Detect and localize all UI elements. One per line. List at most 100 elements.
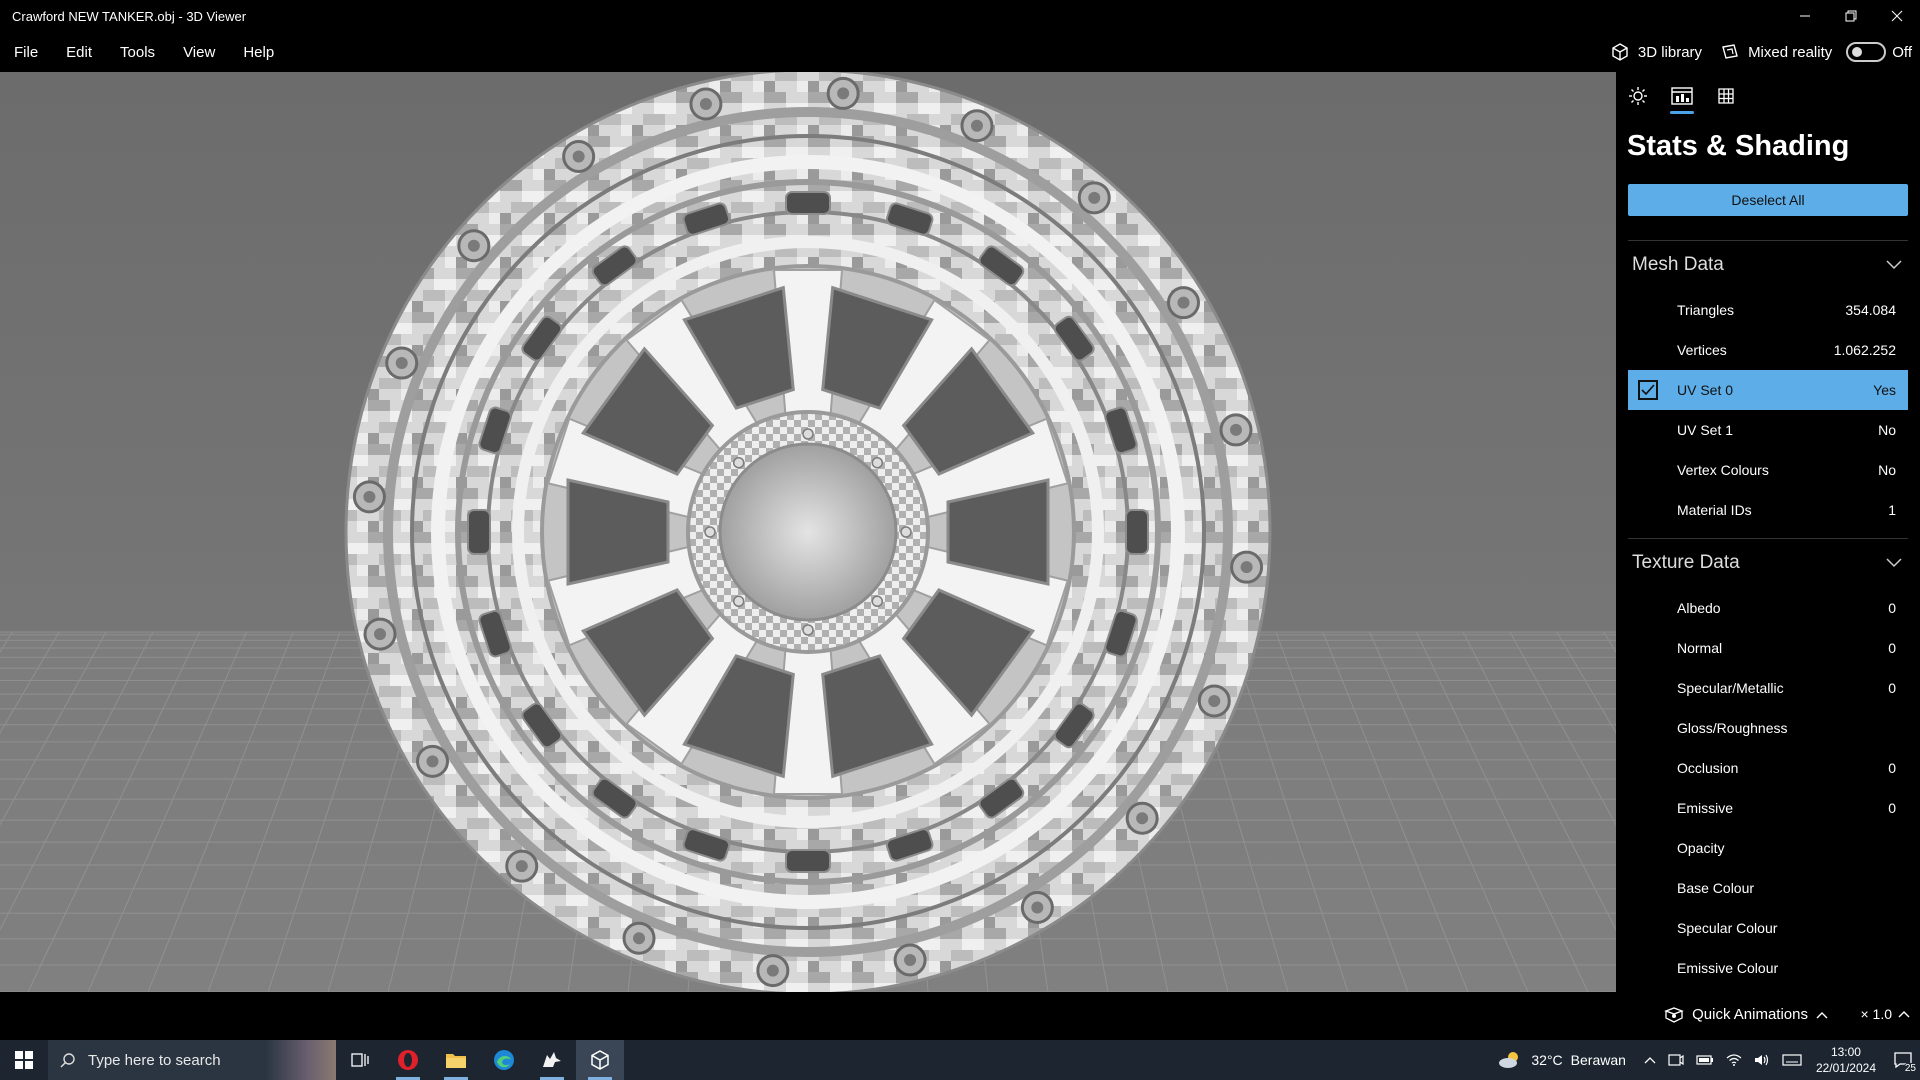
mixed-reality-icon (1722, 44, 1738, 59)
texture-row-opacity[interactable]: Opacity (1628, 828, 1908, 868)
mixed-reality-toggle[interactable] (1846, 42, 1887, 62)
taskbar-file-explorer[interactable] (432, 1040, 480, 1080)
texture-row-specular-colour[interactable]: Specular Colour (1628, 908, 1908, 948)
mesh-row-uv-set-0[interactable]: UV Set 0 Yes (1628, 370, 1908, 410)
meet-now-icon[interactable] (1668, 1053, 1684, 1067)
row-label: UV Set 0 (1677, 382, 1734, 398)
folder-icon (446, 1054, 466, 1068)
texture-row-occlusion[interactable]: Occlusion 0 (1628, 748, 1908, 788)
row-value: Yes (1873, 382, 1896, 398)
row-label: Triangles (1677, 302, 1735, 318)
animation-icon (1664, 1006, 1684, 1023)
texture-data-header[interactable]: Texture Data (1628, 538, 1908, 586)
start-button[interactable] (0, 1040, 48, 1080)
panel-tabs (1626, 82, 1738, 114)
notification-center-button[interactable]: 25 (1886, 1040, 1920, 1080)
bottom-status-bar: Quick Animations × 1.0 (0, 992, 1920, 1040)
volume-icon[interactable] (1754, 1053, 1770, 1067)
texture-row-emissive-colour[interactable]: Emissive Colour (1628, 948, 1908, 988)
row-value: 0 (1888, 600, 1896, 616)
row-value: 354.084 (1845, 302, 1896, 318)
mixed-reality-state: Off (1892, 43, 1912, 61)
taskbar-3d-viewer[interactable] (576, 1040, 624, 1080)
mesh-row-triangles: Triangles 354.084 (1628, 290, 1908, 330)
chevron-down-icon (1886, 259, 1902, 269)
uv-set-0-checkbox[interactable] (1638, 380, 1658, 400)
weather-widget[interactable]: 32°C Berawan (1497, 1050, 1626, 1070)
row-label: Vertex Colours (1677, 462, 1769, 478)
menu-file[interactable]: File (0, 44, 52, 61)
speed-label: × 1.0 (1860, 1006, 1892, 1022)
sun-icon (1629, 87, 1647, 105)
system-tray: 32°C Berawan 13:00 22/01/2024 25 (1497, 1040, 1920, 1080)
keyboard-icon[interactable] (1782, 1054, 1802, 1066)
checkmark-icon (1641, 384, 1655, 396)
animation-speed-control[interactable]: × 1.0 (1860, 1006, 1910, 1022)
task-view-button[interactable] (336, 1040, 384, 1080)
windows-logo-icon (15, 1051, 33, 1069)
close-button[interactable] (1874, 0, 1920, 32)
3d-library-label: 3D library (1637, 43, 1703, 61)
3d-viewer-icon (591, 1050, 609, 1070)
texture-data-label: Texture Data (1632, 551, 1740, 573)
mesh-row-vertices: Vertices 1.062.252 (1628, 330, 1908, 370)
cloudy-weather-icon (1499, 1052, 1519, 1068)
quick-animations-button[interactable]: Quick Animations (1664, 1006, 1828, 1023)
texture-row-base-colour[interactable]: Base Colour (1628, 868, 1908, 908)
menu-tools[interactable]: Tools (106, 44, 169, 61)
taskbar-app-rhino[interactable] (528, 1040, 576, 1080)
texture-row-emissive[interactable]: Emissive 0 (1628, 788, 1908, 828)
search-placeholder: Type here to search (88, 1051, 221, 1069)
mesh-row-material-ids[interactable]: Material IDs 1 (1628, 490, 1908, 530)
3d-library-button[interactable]: 3D library (1610, 42, 1702, 62)
tab-lighting[interactable] (1626, 82, 1650, 110)
wifi-icon[interactable] (1726, 1053, 1742, 1067)
wheel-model (344, 72, 1272, 992)
tab-stats-shading[interactable] (1670, 82, 1694, 114)
quick-animations-label: Quick Animations (1692, 1006, 1808, 1023)
texture-row-specular-metallic[interactable]: Specular/Metallic 0 (1628, 668, 1908, 708)
battery-icon[interactable] (1696, 1054, 1714, 1066)
row-label: Gloss/Roughness (1677, 720, 1788, 736)
weather-temperature: 32°C (1531, 1052, 1563, 1068)
mixed-reality-label: Mixed reality (1748, 43, 1833, 61)
chevron-up-icon (1816, 1011, 1828, 1018)
tray-icons (1644, 1053, 1802, 1067)
menu-edit[interactable]: Edit (52, 44, 106, 61)
panel-title: Stats & Shading (1627, 130, 1850, 162)
chevron-up-icon (1898, 1011, 1910, 1018)
row-label: Specular/Metallic (1677, 680, 1784, 696)
row-label: Vertices (1677, 342, 1727, 358)
taskbar-clock[interactable]: 13:00 22/01/2024 (1816, 1044, 1876, 1076)
chevron-up-icon[interactable] (1644, 1056, 1656, 1064)
texture-row-gloss-roughness[interactable]: Gloss/Roughness (1628, 708, 1908, 748)
3d-viewport[interactable] (0, 72, 1616, 992)
texture-row-albedo[interactable]: Albedo 0 (1628, 588, 1908, 628)
clock-date: 22/01/2024 (1815, 1061, 1876, 1075)
taskbar-edge[interactable] (480, 1040, 528, 1080)
edge-browser-icon (494, 1050, 514, 1070)
menu-view[interactable]: View (169, 44, 229, 61)
restore-button[interactable] (1828, 0, 1874, 32)
texture-row-normal[interactable]: Normal 0 (1628, 628, 1908, 668)
mesh-data-label: Mesh Data (1632, 253, 1724, 275)
opera-browser-icon (398, 1050, 418, 1070)
mixed-reality-button[interactable]: Mixed reality (1720, 42, 1832, 62)
mesh-data-header[interactable]: Mesh Data (1628, 240, 1908, 288)
row-label: Albedo (1677, 600, 1721, 616)
taskbar-opera[interactable] (384, 1040, 432, 1080)
tab-grid-view[interactable] (1714, 82, 1738, 110)
grid-icon (1718, 88, 1734, 104)
clock-time: 13:00 (1830, 1045, 1861, 1059)
mesh-row-vertex-colours[interactable]: Vertex Colours No (1628, 450, 1908, 490)
mesh-row-uv-set-1[interactable]: UV Set 1 No (1628, 410, 1908, 450)
deselect-all-button[interactable]: Deselect All (1628, 184, 1908, 216)
menu-help[interactable]: Help (229, 44, 288, 61)
taskbar-search-box[interactable]: Type here to search (48, 1040, 336, 1080)
search-icon (60, 1053, 75, 1068)
row-label: Base Colour (1677, 880, 1755, 896)
row-label: Material IDs (1677, 502, 1752, 518)
stats-shading-panel: Stats & Shading Deselect All Mesh Data T… (1616, 72, 1920, 992)
minimize-button[interactable] (1782, 0, 1828, 32)
window-title: Crawford NEW TANKER.obj - 3D Viewer (12, 8, 247, 24)
